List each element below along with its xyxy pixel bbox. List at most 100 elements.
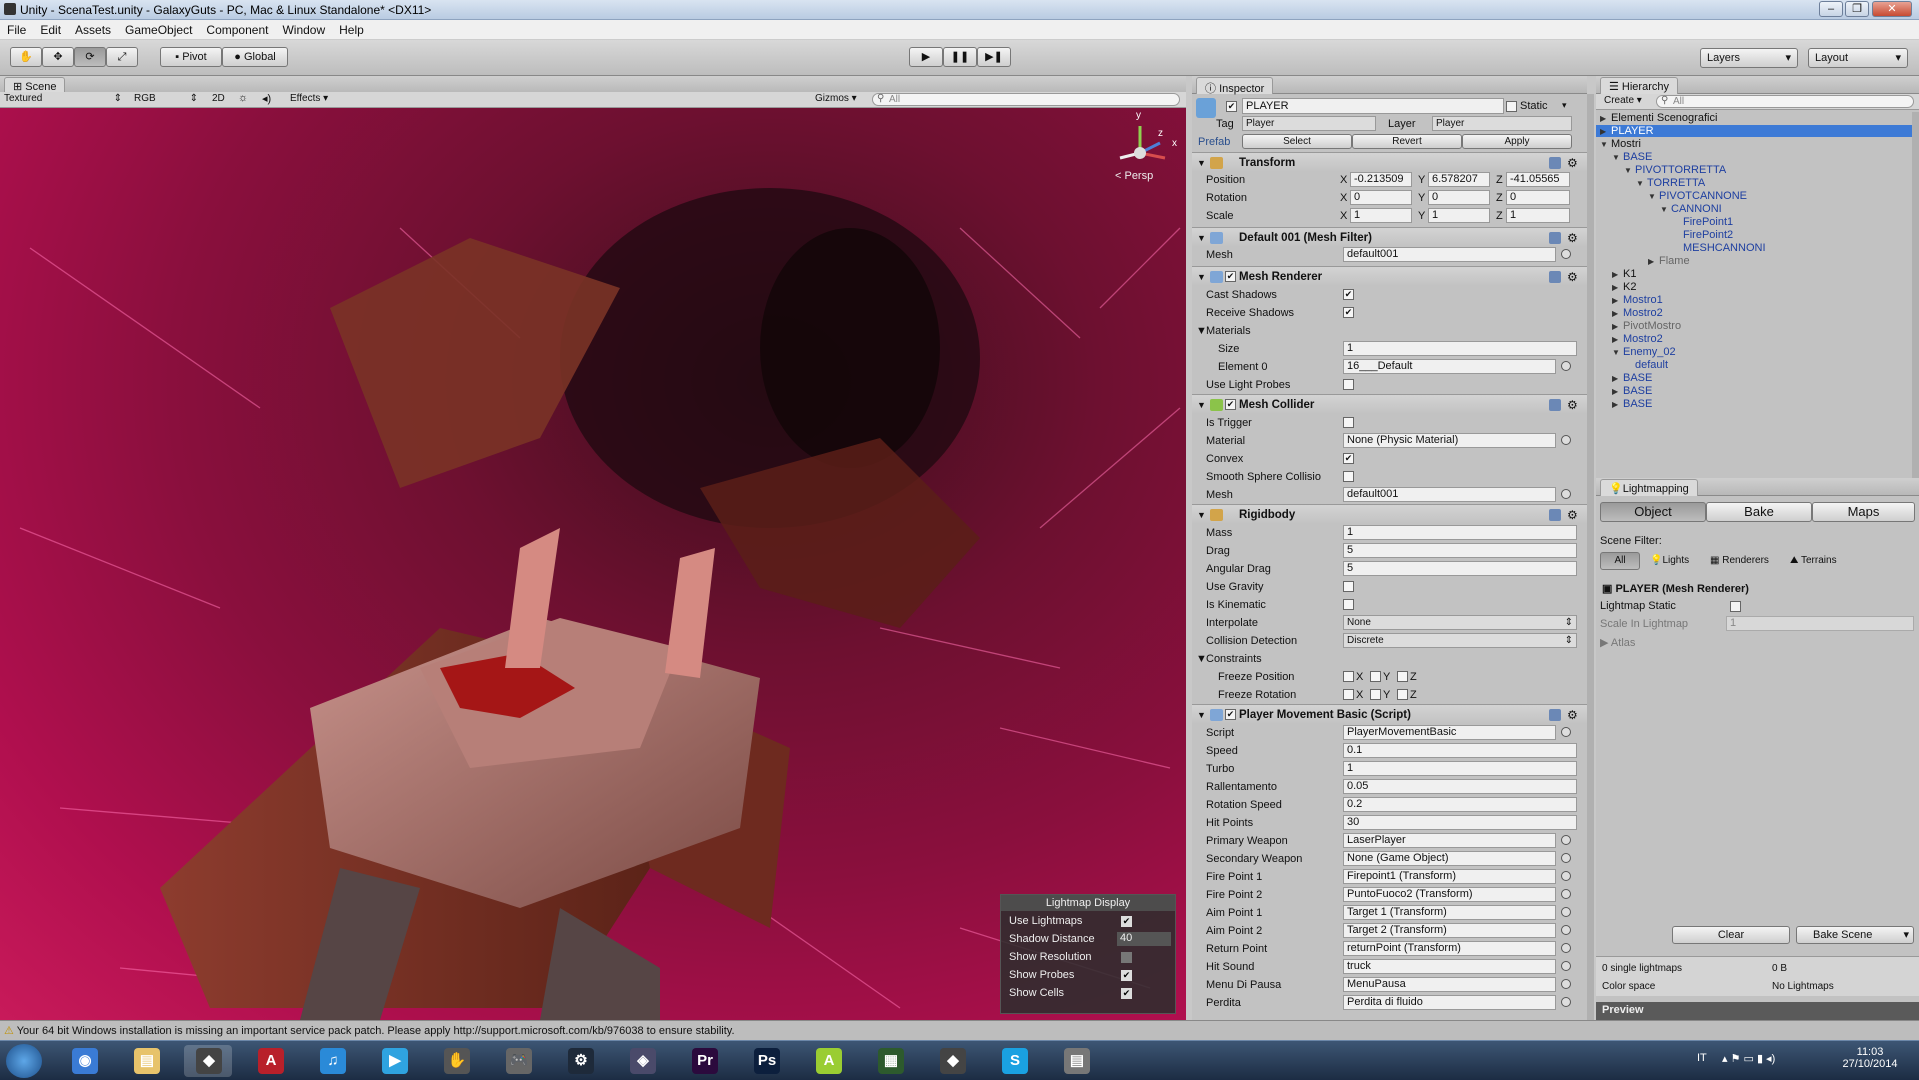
- hierarchy-item[interactable]: ▼ TORRETTA: [1636, 177, 1705, 189]
- mesh-field[interactable]: default001: [1343, 247, 1556, 262]
- help-icon[interactable]: [1549, 509, 1561, 521]
- hierarchy-item[interactable]: default: [1624, 359, 1668, 371]
- script-field-value[interactable]: 1: [1343, 761, 1577, 776]
- hierarchy-item[interactable]: ▼ BASE: [1612, 151, 1652, 163]
- pause-button[interactable]: ❚❚: [943, 47, 977, 67]
- filter-lights-button[interactable]: 💡Lights: [1650, 555, 1689, 566]
- start-button[interactable]: [6, 1044, 42, 1078]
- scale-y-input[interactable]: 1: [1428, 208, 1490, 223]
- tab-maps[interactable]: Maps: [1812, 502, 1915, 522]
- hierarchy-item[interactable]: ▶ PivotMostro: [1612, 320, 1681, 332]
- hierarchy-item[interactable]: MESHCANNONI: [1672, 242, 1766, 254]
- object-picker-icon[interactable]: [1561, 249, 1571, 259]
- hierarchy-item[interactable]: ▶ K1: [1612, 268, 1636, 280]
- layers-dropdown[interactable]: Layers ▾: [1700, 48, 1798, 68]
- static-checkbox[interactable]: [1506, 101, 1517, 112]
- object-picker-icon[interactable]: [1561, 925, 1571, 935]
- rotate-tool-button[interactable]: ⟳: [74, 47, 106, 67]
- hierarchy-search-input[interactable]: All ⚲: [1656, 95, 1914, 108]
- script-field-value[interactable]: 0.1: [1343, 743, 1577, 758]
- scene-lighting-icon[interactable]: ☼: [238, 92, 248, 104]
- object-picker-icon[interactable]: [1561, 871, 1571, 881]
- hierarchy-item[interactable]: ▶ BASE: [1612, 398, 1652, 410]
- position-x-input[interactable]: -0.213509: [1350, 172, 1412, 187]
- script-enabled-checkbox[interactable]: ✔: [1225, 709, 1236, 720]
- rotation-z-input[interactable]: 0: [1506, 190, 1570, 205]
- menu-gameobject[interactable]: GameObject: [118, 20, 199, 40]
- hierarchy-item[interactable]: ▶ K2: [1612, 281, 1636, 293]
- expand-arrow-icon[interactable]: ▶: [1612, 387, 1623, 396]
- collider-mesh-field[interactable]: default001: [1343, 487, 1556, 502]
- prefab-revert-button[interactable]: Revert: [1352, 134, 1462, 149]
- audio-icon[interactable]: ◂): [262, 92, 271, 105]
- filter-all-button[interactable]: All: [1600, 552, 1640, 570]
- materials-row[interactable]: ▼ Materials: [1192, 322, 1587, 340]
- show-cells-checkbox[interactable]: ✔: [1121, 988, 1132, 999]
- expand-arrow-icon[interactable]: ▶: [1612, 400, 1623, 409]
- transform-component-header[interactable]: ▼ Transform ⚙: [1192, 152, 1587, 172]
- scale-x-input[interactable]: 1: [1350, 208, 1412, 223]
- script-component-header[interactable]: ▼ ✔ Player Movement Basic (Script) ⚙: [1192, 704, 1587, 724]
- tag-dropdown[interactable]: Player: [1242, 116, 1376, 131]
- taskbar-android-button[interactable]: A: [804, 1045, 852, 1077]
- help-icon[interactable]: [1549, 271, 1561, 283]
- hierarchy-item[interactable]: ▼ Mostri: [1600, 138, 1641, 150]
- scene-search-input[interactable]: All ⚲: [872, 93, 1180, 106]
- object-name-input[interactable]: PLAYER: [1242, 98, 1504, 114]
- collapse-arrow-icon[interactable]: ▼: [1600, 140, 1611, 149]
- 2d-toggle[interactable]: 2D: [212, 93, 225, 104]
- hierarchy-item[interactable]: ▶ Flame: [1648, 255, 1690, 267]
- object-picker-icon[interactable]: [1561, 361, 1571, 371]
- gear-icon[interactable]: ⚙: [1567, 508, 1578, 522]
- object-picker-icon[interactable]: [1561, 853, 1571, 863]
- script-field-value[interactable]: LaserPlayer: [1343, 833, 1556, 848]
- freeze-rotation-z-checkbox[interactable]: [1397, 689, 1408, 700]
- freeze-rotation-x-checkbox[interactable]: [1343, 689, 1354, 700]
- taskbar-app-button[interactable]: ◈: [618, 1045, 666, 1077]
- inspector-scrollbar[interactable]: [1587, 94, 1594, 1020]
- expand-arrow-icon[interactable]: ▶: [1648, 257, 1659, 266]
- script-field-value[interactable]: truck: [1343, 959, 1556, 974]
- freeze-position-z-checkbox[interactable]: [1397, 671, 1408, 682]
- atlas-foldout[interactable]: ▶ Atlas: [1600, 636, 1635, 649]
- tab-inspector[interactable]: ⓘ Inspector: [1196, 77, 1274, 95]
- lightmap-static-checkbox[interactable]: [1730, 601, 1741, 612]
- convex-checkbox[interactable]: ✔: [1343, 453, 1354, 464]
- gear-icon[interactable]: ⚙: [1567, 156, 1578, 170]
- hierarchy-item[interactable]: ▶ Mostro1: [1612, 294, 1663, 306]
- taskbar-tool-button[interactable]: ✋: [432, 1045, 480, 1077]
- tray-icons[interactable]: ▴ ⚑ ▭ ▮ ◂): [1722, 1052, 1775, 1065]
- expand-arrow-icon[interactable]: ▶: [1612, 296, 1623, 305]
- hierarchy-item[interactable]: ▼ CANNONI: [1660, 203, 1722, 215]
- hierarchy-item[interactable]: ▼ PIVOTCANNONE: [1648, 190, 1747, 202]
- static-dropdown-icon[interactable]: ▾: [1562, 100, 1567, 111]
- taskbar-photoshop-button[interactable]: Ps: [742, 1045, 790, 1077]
- rotation-x-input[interactable]: 0: [1350, 190, 1412, 205]
- pivot-toggle[interactable]: ▪ Pivot: [160, 47, 222, 67]
- persp-label[interactable]: < Persp: [1115, 170, 1153, 182]
- hierarchy-item[interactable]: ▶ BASE: [1612, 385, 1652, 397]
- position-z-input[interactable]: -41.05565: [1506, 172, 1570, 187]
- menu-window[interactable]: Window: [275, 20, 332, 40]
- menu-edit[interactable]: Edit: [33, 20, 68, 40]
- object-picker-icon[interactable]: [1561, 489, 1571, 499]
- element0-field[interactable]: 16___Default: [1343, 359, 1556, 374]
- expand-arrow-icon[interactable]: ▶: [1612, 283, 1623, 292]
- script-field-value[interactable]: Firepoint1 (Transform): [1343, 869, 1556, 884]
- expand-arrow-icon[interactable]: ▶: [1600, 114, 1611, 123]
- receive-shadows-checkbox[interactable]: ✔: [1343, 307, 1354, 318]
- collapse-arrow-icon[interactable]: ▼: [1624, 166, 1635, 175]
- clock[interactable]: 11:03 27/10/2014: [1840, 1046, 1900, 1070]
- script-field-value[interactable]: Target 2 (Transform): [1343, 923, 1556, 938]
- object-picker-icon[interactable]: [1561, 907, 1571, 917]
- object-picker-icon[interactable]: [1561, 943, 1571, 953]
- hierarchy-scrollbar[interactable]: [1912, 112, 1919, 480]
- tab-lightmapping[interactable]: 💡Lightmapping: [1600, 479, 1698, 496]
- taskbar-gamepad-button[interactable]: 🎮: [494, 1045, 542, 1077]
- mass-input[interactable]: 1: [1343, 525, 1577, 540]
- show-resolution-checkbox[interactable]: [1121, 952, 1132, 963]
- mesh-collider-component-header[interactable]: ▼ ✔ Mesh Collider ⚙: [1192, 394, 1587, 414]
- is-kinematic-checkbox[interactable]: [1343, 599, 1354, 610]
- object-picker-icon[interactable]: [1561, 835, 1571, 845]
- hierarchy-item[interactable]: FirePoint2: [1672, 229, 1733, 241]
